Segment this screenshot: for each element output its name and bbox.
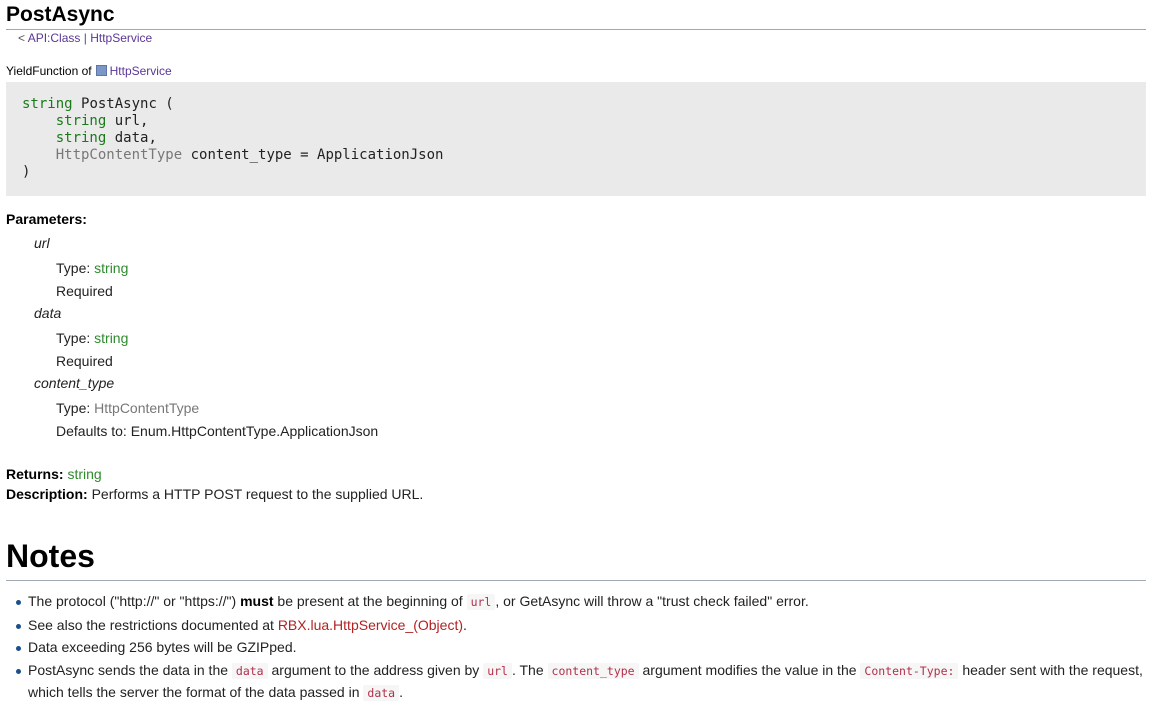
type-label: Type:	[56, 330, 91, 346]
returns-label: Returns:	[6, 466, 64, 482]
sig-param-type: string	[55, 113, 107, 129]
inline-code: Content-Type:	[860, 662, 959, 679]
note-text: . The	[511, 661, 544, 678]
returns-line: Returns: string	[6, 466, 102, 482]
description-line: Description: Performs a HTTP POST reques…	[6, 486, 423, 502]
type-label: Type:	[56, 260, 91, 276]
page-title: PostAsync	[6, 2, 1146, 30]
description-text: Performs a HTTP POST request to the supp…	[91, 486, 424, 502]
inline-code: url	[483, 662, 512, 679]
note-text: argument to the address given by	[271, 661, 480, 678]
inline-code: url	[466, 594, 496, 610]
sig-param-type: string	[55, 130, 107, 146]
signature-box: string PostAsync ( string url, string da…	[6, 82, 1146, 196]
sig-param: url,	[114, 113, 149, 129]
note-text: PostAsync sends the data in the	[28, 661, 229, 678]
yield-function-line: YieldFunction of HttpService	[6, 64, 172, 78]
param-type-value: string	[94, 260, 129, 276]
sig-param: content_type = ApplicationJson	[190, 147, 444, 163]
returns-type: string	[67, 466, 102, 482]
param-type-value: HttpContentType	[94, 400, 200, 416]
notes-list: The protocol ("http://" or "https://") m…	[6, 591, 1146, 705]
note-text: .	[463, 616, 467, 633]
param-type-line: Type: HttpContentType	[56, 400, 199, 416]
sig-close: )	[22, 164, 31, 180]
param-name-url: url	[34, 235, 50, 251]
param-type-value: string	[94, 330, 129, 346]
param-default: Defaults to: Enum.HttpContentType.Applic…	[56, 423, 379, 439]
breadcrumb-separator: |	[83, 31, 87, 45]
list-item: PostAsync sends the data in the data arg…	[6, 660, 1146, 704]
list-item: See also the restrictions documented at …	[6, 615, 1146, 636]
param-required: Required	[56, 283, 113, 299]
inline-code: data	[363, 684, 400, 701]
yield-class-link[interactable]: HttpService	[110, 64, 172, 78]
note-text: , or GetAsync will throw a "trust check …	[495, 593, 809, 609]
type-label: Type:	[56, 400, 91, 416]
inline-code: content_type	[547, 662, 639, 679]
restrictions-link[interactable]: RBX.lua.HttpService_(Object)	[278, 617, 463, 633]
notes-heading: Notes	[6, 537, 1146, 581]
param-type-line: Type: string	[56, 260, 128, 276]
sig-param-type: HttpContentType	[55, 147, 183, 163]
inline-code: data	[231, 662, 268, 679]
breadcrumb-httpservice-link[interactable]: HttpService	[90, 31, 152, 45]
description-label: Description:	[6, 486, 88, 502]
param-required: Required	[56, 353, 113, 369]
note-text: argument modifies the value in the	[642, 661, 857, 678]
list-item: The protocol ("http://" or "https://") m…	[6, 591, 1146, 613]
sig-name: PostAsync (	[81, 96, 174, 112]
yield-label: YieldFunction of	[6, 64, 92, 78]
parameters-heading: Parameters:	[6, 211, 87, 227]
param-type-line: Type: string	[56, 330, 128, 346]
breadcrumb: < API:Class | HttpService	[18, 31, 152, 45]
list-item: Data exceeding 256 bytes will be GZIPped…	[6, 637, 1146, 658]
sig-param: data,	[114, 130, 157, 146]
note-text: Data exceeding 256 bytes will be GZIPped…	[28, 639, 297, 655]
sig-return-type: string	[22, 96, 73, 112]
param-name-data: data	[34, 305, 62, 321]
note-text: The protocol ("http://" or "https://")	[28, 593, 237, 609]
note-text: be present at the beginning of	[277, 593, 463, 609]
breadcrumb-api-class-link[interactable]: API:Class	[28, 31, 81, 45]
class-icon	[95, 65, 107, 76]
param-name-content-type: content_type	[34, 375, 115, 391]
breadcrumb-prefix: <	[18, 31, 26, 45]
note-text: See also the restrictions documented at	[28, 616, 274, 633]
note-text: .	[399, 683, 403, 700]
note-emphasis: must	[240, 593, 274, 609]
